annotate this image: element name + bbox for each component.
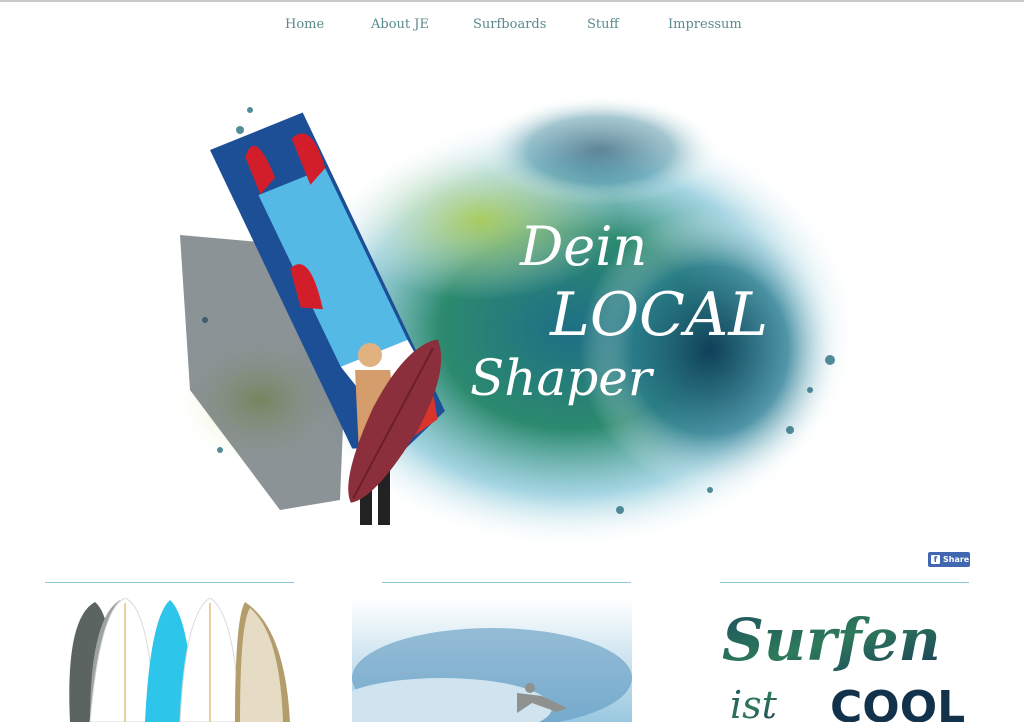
svg-text:Shaper: Shaper — [470, 349, 655, 407]
surfer-wave-illustration — [352, 598, 632, 722]
nav-item-about-je[interactable]: About JE — [371, 17, 429, 32]
surfen-ist-cool-image[interactable]: Surfen ist COOL — [720, 598, 969, 722]
main-navigation: Home About JE Surfboards Stuff Impressum — [0, 17, 1024, 37]
surfen-ist-cool-lettering: Surfen ist COOL — [722, 606, 965, 722]
svg-text:ist: ist — [730, 683, 778, 722]
share-label: Share — [943, 555, 970, 564]
facebook-icon: f — [931, 555, 940, 564]
top-border — [0, 0, 1024, 2]
hero-artwork: Dein LOCAL Shaper — [170, 95, 860, 550]
surfboards-illustration — [69, 598, 290, 722]
nav-item-impressum[interactable]: Impressum — [668, 17, 742, 32]
surfer-wave-image[interactable] — [352, 598, 632, 722]
svg-text:COOL: COOL — [830, 682, 965, 722]
column-divider-2 — [382, 582, 631, 583]
svg-text:Dein: Dein — [519, 215, 647, 278]
svg-text:Surfen: Surfen — [722, 606, 941, 674]
facebook-share-button[interactable]: f Share — [928, 552, 970, 567]
surfboards-image[interactable] — [45, 598, 294, 722]
hero-banner: Dein LOCAL Shaper — [150, 70, 870, 550]
nav-item-home[interactable]: Home — [285, 17, 324, 32]
paint-splash — [480, 95, 720, 205]
svg-text:LOCAL: LOCAL — [549, 280, 768, 350]
column-divider-1 — [45, 582, 294, 583]
nav-item-surfboards[interactable]: Surfboards — [473, 17, 546, 32]
nav-item-stuff[interactable]: Stuff — [587, 17, 619, 32]
column-divider-3 — [720, 582, 969, 583]
